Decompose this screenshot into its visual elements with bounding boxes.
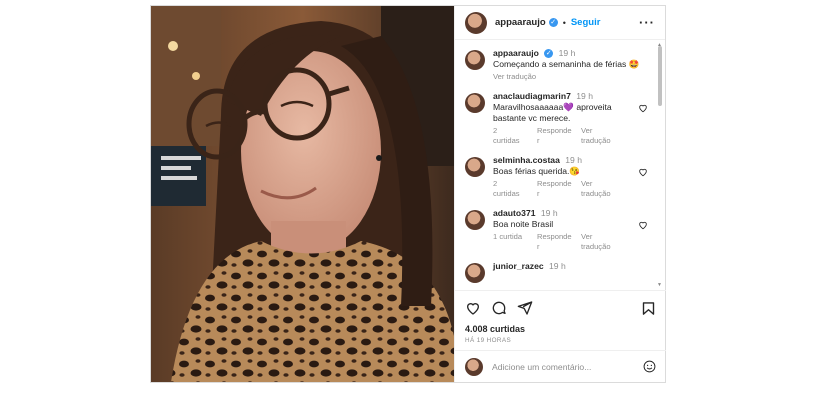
post-actions: 4.008 curtidas HÁ 19 HORAS — [455, 290, 666, 344]
follow-button[interactable]: Seguir — [571, 17, 601, 28]
reply-link[interactable]: Responde r — [537, 179, 572, 199]
scroll-down-arrow-icon[interactable]: ▼ — [657, 282, 662, 288]
comments-list[interactable]: appaaraujo ✓ 19 h Começando a semaninha … — [455, 40, 666, 290]
commenter-username[interactable]: junior_razec — [493, 261, 544, 271]
bookmark-icon[interactable] — [641, 301, 656, 316]
likes-count[interactable]: 4.008 curtidas — [465, 324, 656, 334]
comment-item: selminha.costaa 19 h Boas férias querida… — [465, 155, 656, 199]
author-username[interactable]: appaaraujo — [495, 17, 546, 28]
post-sidebar: appaaraujo ✓ • Seguir ··· appaaraujo ✓ 1… — [454, 6, 666, 382]
verified-badge-icon: ✓ — [544, 49, 554, 59]
viewer-avatar — [465, 357, 483, 376]
comments-scrollbar[interactable]: ▲ ▼ — [657, 42, 663, 288]
separator: • — [562, 17, 566, 28]
reply-link[interactable]: Responde r — [537, 232, 572, 252]
comment-text: Maravilhosaaaaaa💜 aproveita bastante vc … — [493, 102, 612, 123]
caption-avatar[interactable] — [465, 50, 485, 70]
commenter-avatar[interactable] — [465, 157, 485, 177]
like-comment-heart-icon[interactable] — [638, 220, 648, 230]
selfie-image — [151, 6, 454, 382]
comment-time: 19 h — [540, 208, 558, 218]
comment-text: Boas férias querida.😘 — [493, 166, 581, 176]
reply-link[interactable]: Responde r — [537, 126, 572, 146]
commenter-avatar[interactable] — [465, 210, 485, 230]
comment-item: anaclaudiagmarin7 19 h Maravilhosaaaaaa💜… — [465, 91, 656, 146]
translate-link[interactable]: Ver tradução — [581, 126, 613, 146]
commenter-avatar[interactable] — [465, 93, 485, 113]
author-avatar[interactable] — [465, 11, 487, 34]
commenter-username[interactable]: anaclaudiagmarin7 — [493, 91, 571, 101]
comment-icon[interactable] — [491, 300, 507, 316]
like-comment-heart-icon[interactable] — [638, 103, 648, 113]
more-options-icon[interactable]: ··· — [639, 15, 655, 30]
comment-item: junior_razec 19 h — [465, 261, 656, 283]
comment-time: 19 h — [565, 155, 582, 165]
comment-time: 19 h — [549, 261, 566, 271]
comment-likes[interactable]: 2 curtidas — [493, 179, 525, 199]
caption-translate-link[interactable]: Ver tradução — [493, 72, 536, 82]
emoji-icon[interactable] — [643, 360, 656, 373]
caption: appaaraujo ✓ 19 h Começando a semaninha … — [465, 48, 656, 82]
heart-icon[interactable] — [465, 300, 481, 316]
caption-text: Começando a semaninha de férias 🤩 — [493, 59, 640, 69]
caption-username[interactable]: appaaraujo — [493, 48, 539, 58]
translate-link[interactable]: Ver tradução — [581, 179, 613, 199]
commenter-username[interactable]: adauto371 — [493, 208, 536, 218]
share-icon[interactable] — [517, 300, 533, 316]
comment-item: adauto371 19 h Boa noite Brasil 1 curtid… — [465, 208, 656, 252]
comment-likes[interactable]: 2 curtidas — [493, 126, 525, 146]
add-comment-input[interactable]: Adicione um comentário... — [492, 362, 591, 372]
translate-link[interactable]: Ver tradução — [581, 232, 613, 252]
comment-time: 19 h — [576, 91, 593, 101]
like-comment-heart-icon[interactable] — [638, 167, 648, 177]
post-photo[interactable] — [151, 6, 454, 382]
scrollbar-thumb[interactable] — [658, 46, 662, 106]
commenter-avatar[interactable] — [465, 263, 485, 283]
commenter-username[interactable]: selminha.costaa — [493, 155, 560, 165]
comment-text: Boa noite Brasil — [493, 219, 554, 229]
caption-time: 19 h — [558, 48, 576, 58]
comment-likes[interactable]: 1 curtida — [493, 232, 525, 252]
post-card: appaaraujo ✓ • Seguir ··· appaaraujo ✓ 1… — [150, 5, 666, 383]
post-header: appaaraujo ✓ • Seguir ··· — [455, 6, 665, 40]
add-comment-bar: Adicione um comentário... — [455, 350, 666, 382]
verified-badge-icon: ✓ — [548, 18, 558, 27]
post-timestamp: HÁ 19 HORAS — [465, 337, 512, 344]
